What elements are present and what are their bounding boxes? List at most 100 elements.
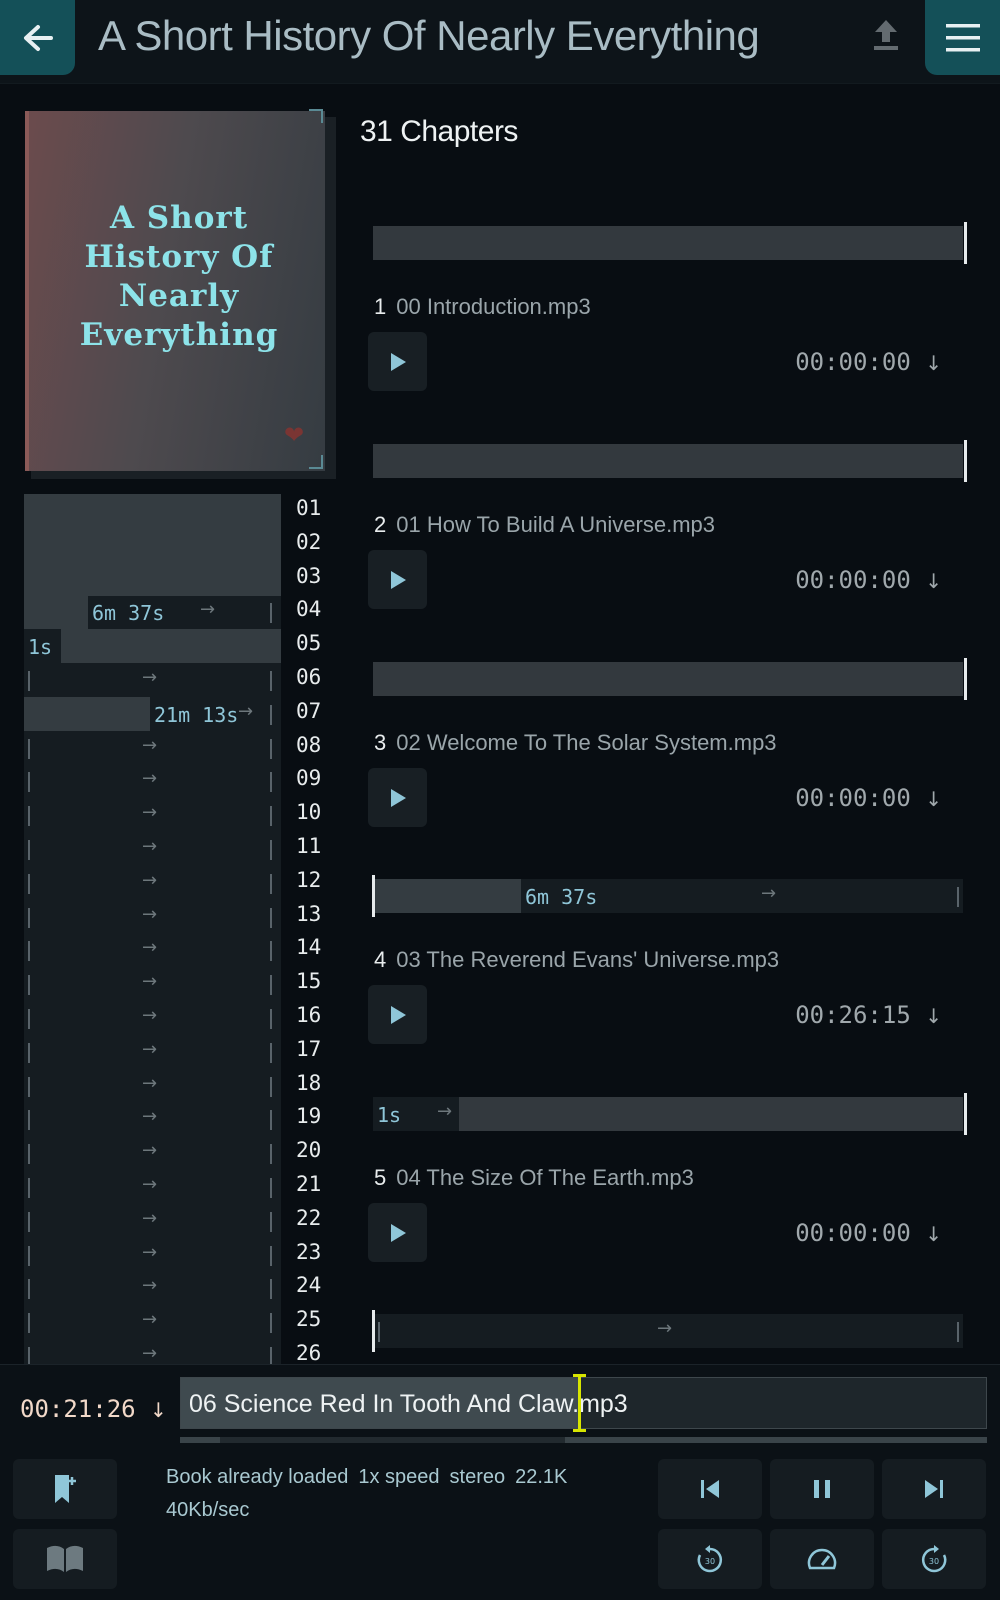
timeline-row[interactable]: → <box>24 1001 281 1035</box>
timeline-label: 21m 13s <box>154 703 239 727</box>
bar-start-cap <box>372 1310 375 1352</box>
arrow-right-icon: → <box>142 1309 158 1330</box>
arrow-right-icon: → <box>142 971 158 992</box>
chapter-time[interactable]: 00:00:00 ↓ <box>795 348 942 376</box>
timeline-tick <box>28 1347 30 1364</box>
timeline-row[interactable]: → <box>24 866 281 900</box>
timeline-row[interactable]: → <box>24 1170 281 1204</box>
forward-30-button[interactable]: 30 <box>882 1529 986 1589</box>
timeline-row[interactable] <box>24 528 281 562</box>
timeline-row[interactable]: → <box>24 798 281 832</box>
speed-button[interactable] <box>770 1529 874 1589</box>
add-bookmark-button[interactable] <box>13 1459 117 1519</box>
timeline-row[interactable] <box>24 494 281 528</box>
timeline-row[interactable]: → <box>24 933 281 967</box>
chapter-time[interactable]: 00:00:00 ↓ <box>795 566 942 594</box>
arrow-right-icon: → <box>142 1208 158 1229</box>
app-header: A Short History Of Nearly Everything <box>0 0 1000 84</box>
timeline-tick <box>270 1347 272 1364</box>
chapter-time[interactable]: 00:00:00 ↓ <box>795 784 942 812</box>
timeline-row[interactable]: 21m 13s → <box>24 697 281 731</box>
upload-icon[interactable] <box>872 18 900 57</box>
timeline-row[interactable]: → <box>24 1271 281 1305</box>
timeline-row[interactable]: → <box>24 900 281 934</box>
book-cover[interactable]: A Short History Of Nearly Everything ❤ <box>25 109 325 471</box>
current-track-progress[interactable]: 06 Science Red In Tooth And Claw.mp3 <box>180 1374 987 1432</box>
timeline-row[interactable]: 6m 37s → <box>24 595 281 629</box>
timeline-row[interactable]: → <box>24 764 281 798</box>
timeline-fill <box>24 595 88 629</box>
chapter-progress-bar[interactable]: 6m 37s → <box>372 875 963 917</box>
bar-start-cap <box>372 875 375 917</box>
timeline-tick <box>270 603 272 623</box>
replay-30-icon: 30 <box>697 1545 723 1573</box>
chapter-filename: 01 How To Build A Universe.mp3 <box>396 512 716 537</box>
chapter-progress-bar[interactable]: 1s → <box>373 1093 967 1135</box>
timeline-tick <box>270 975 272 995</box>
status-sample-rate: 22.1K <box>515 1466 568 1488</box>
chapter-time[interactable]: 00:26:15 ↓ <box>795 1001 942 1029</box>
play-button[interactable] <box>368 985 427 1044</box>
timeline-tick <box>28 1043 30 1063</box>
next-button[interactable] <box>882 1459 986 1519</box>
chapter-timeline[interactable]: 6m 37s → 1s → 21m 13s → → → → → → → → → → → → → → → → → → → → <box>24 494 281 1364</box>
timeline-number: 08 <box>296 733 322 757</box>
timeline-row[interactable]: → <box>24 1204 281 1238</box>
timeline-tick <box>28 1246 30 1266</box>
arrow-right-icon: → <box>142 1005 158 1026</box>
timeline-tick <box>28 772 30 792</box>
timeline-row[interactable]: → <box>24 832 281 866</box>
bar-end-cap <box>964 222 967 264</box>
timeline-row[interactable]: → <box>24 663 281 697</box>
heart-icon[interactable]: ❤ <box>284 421 304 450</box>
play-button[interactable] <box>368 332 427 391</box>
timeline-tick <box>270 840 272 860</box>
progress-segment <box>180 1437 220 1443</box>
svg-text:30: 30 <box>705 1557 715 1566</box>
book-details-button[interactable] <box>13 1529 117 1589</box>
chapter-time[interactable]: 00:00:00 ↓ <box>795 1219 942 1247</box>
timeline-tick <box>28 941 30 961</box>
timeline-row[interactable]: → <box>24 1136 281 1170</box>
timeline-row[interactable]: → <box>24 1305 281 1339</box>
chapter-progress-bar[interactable] <box>373 658 967 700</box>
rewind-30-button[interactable]: 30 <box>658 1529 762 1589</box>
arrow-right-icon: → <box>142 836 158 857</box>
previous-button[interactable] <box>658 1459 762 1519</box>
timeline-fill <box>61 629 281 663</box>
timeline-row[interactable]: → <box>24 731 281 765</box>
playback-status: Book already loaded 1x speed stereo 22.1K 4… <box>166 1461 606 1527</box>
status-bitrate: 40Kb/sec <box>166 1499 250 1521</box>
timeline-row[interactable] <box>24 562 281 596</box>
chapter-number: 4 <box>374 947 387 972</box>
chapter-progress-bar[interactable]: → <box>372 1310 963 1352</box>
timeline-number: 20 <box>296 1138 322 1162</box>
timeline-row[interactable]: → <box>24 1339 281 1364</box>
arrow-right-icon: → <box>142 1242 158 1263</box>
timeline-row[interactable]: → <box>24 1102 281 1136</box>
timeline-number: 25 <box>296 1307 322 1331</box>
menu-button[interactable] <box>925 0 1000 75</box>
play-button[interactable] <box>368 550 427 609</box>
timeline-row[interactable]: → <box>24 1069 281 1103</box>
status-channels: stereo <box>449 1466 506 1488</box>
arrow-right-icon: → <box>142 1140 158 1161</box>
play-button[interactable] <box>368 1203 427 1262</box>
timeline-tick <box>28 1009 30 1029</box>
timeline-tick <box>28 908 30 928</box>
bar-end-tick <box>957 1322 959 1342</box>
timeline-number: 09 <box>296 766 322 790</box>
current-time[interactable]: 00:21:26 ↓ <box>20 1395 167 1423</box>
timeline-row[interactable]: → <box>24 1035 281 1069</box>
chapter-progress-bar[interactable] <box>373 440 967 482</box>
timeline-row[interactable]: → <box>24 967 281 1001</box>
play-button[interactable] <box>368 768 427 827</box>
arrow-right-icon: → <box>142 1073 158 1094</box>
timeline-row[interactable]: 1s <box>24 629 281 663</box>
back-button[interactable] <box>0 0 75 75</box>
playhead-cursor[interactable] <box>573 1374 586 1432</box>
overall-progress[interactable] <box>180 1437 987 1443</box>
timeline-row[interactable]: → <box>24 1238 281 1272</box>
chapter-progress-bar[interactable] <box>373 222 967 264</box>
pause-button[interactable] <box>770 1459 874 1519</box>
